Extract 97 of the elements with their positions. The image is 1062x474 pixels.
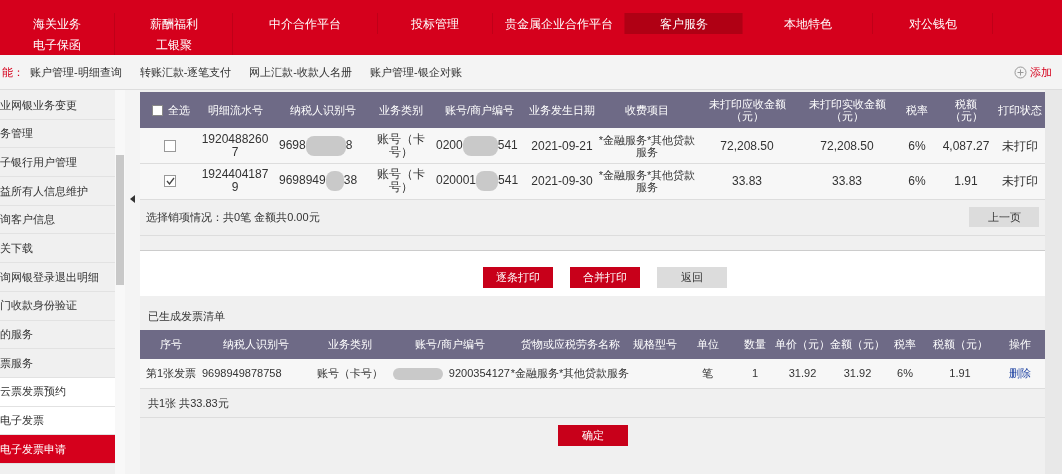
quick-link[interactable]: 账户管理-明细查询	[30, 63, 122, 81]
table-cell: *金融服务*其他贷款服务	[597, 163, 697, 199]
redaction-mark	[325, 171, 344, 192]
column-header: 业务类别	[310, 329, 390, 359]
action-button[interactable]: 逐条打印	[483, 266, 553, 288]
column-header: 账号/商户编号	[390, 329, 510, 359]
table-cell: 账号（卡号）	[310, 358, 390, 389]
table-cell: 账号（卡号）	[370, 128, 432, 164]
table-cell: 4,087.27	[937, 128, 995, 164]
add-link[interactable]: 添加	[1014, 63, 1060, 81]
table-cell: 6%	[897, 128, 937, 164]
column-header: 单位	[680, 329, 735, 359]
redaction-mark	[462, 135, 498, 156]
menu-item[interactable]: 薪酬福利	[115, 13, 233, 34]
row-checkbox[interactable]	[164, 175, 176, 188]
row-checkbox[interactable]	[164, 139, 176, 152]
table-cell: 9698	[279, 137, 306, 152]
table-cell: 19204882607	[195, 128, 275, 164]
quick-link[interactable]: 转账汇款-逐笔支付	[139, 63, 232, 81]
redaction-mark	[476, 171, 499, 192]
select-all-checkbox[interactable]: 全选	[140, 101, 195, 119]
table-cell: 31.92	[830, 358, 885, 389]
column-header: 规格型号	[630, 329, 680, 359]
table-cell: 9200354127	[448, 367, 510, 379]
menu-item[interactable]: 对公钱包	[873, 13, 993, 34]
menu-item[interactable]: 客户服务	[625, 13, 743, 34]
quick-label: 能：	[2, 64, 24, 80]
table-cell: 6%	[897, 163, 937, 199]
previous-page-button[interactable]: 上一页	[969, 207, 1039, 227]
column-header: 税额（元）	[925, 329, 995, 359]
column-header: 业务发生日期	[527, 92, 597, 128]
column-header: 纳税人识别号	[275, 92, 370, 128]
table-cell: 1.91	[925, 358, 995, 389]
column-header: 纳税人识别号	[202, 329, 310, 359]
redaction-mark	[305, 135, 346, 156]
table-cell: 33.83	[797, 163, 897, 199]
column-header: 收费项目	[597, 92, 697, 128]
column-header: 未打印实收金额（元）	[797, 92, 897, 128]
action-button[interactable]: 合并打印	[570, 266, 640, 288]
column-header: 单价（元）	[775, 329, 830, 359]
table-cell: 账号（卡号）	[370, 163, 432, 199]
column-header: 明细流水号	[195, 92, 275, 128]
table-cell: 6%	[885, 358, 925, 389]
invoice-total: 共1张 共33.83元	[140, 389, 1045, 418]
section-title: 已生成发票清单	[147, 309, 226, 324]
redaction-mark	[392, 368, 443, 381]
sidebar-item[interactable]: 电子发票	[0, 406, 115, 436]
quick-link[interactable]: 网上汇款-收款人名册	[249, 63, 352, 81]
column-header: 未打印应收金额（元）	[697, 92, 797, 128]
table-cell: 31.92	[775, 358, 830, 389]
menu-item[interactable]: 海关业务	[0, 13, 115, 34]
column-header: 业务类别	[370, 92, 432, 128]
column-header: 货物或应税劳务名称	[510, 329, 630, 359]
table-cell: 72,208.50	[697, 128, 797, 164]
table-cell: 2021-09-30	[527, 163, 597, 199]
table-cell: 33.83	[697, 163, 797, 199]
table-cell: 1	[735, 358, 775, 389]
menu-item[interactable]: 中介合作平台	[233, 13, 378, 34]
action-button[interactable]: 返回	[657, 266, 727, 288]
table-cell: 第1张发票	[140, 358, 202, 389]
table-cell: 8	[345, 137, 353, 152]
column-header: 税率	[897, 92, 937, 128]
sidebar-item[interactable]: 电子发票申请	[0, 435, 115, 464]
table-cell: 541	[498, 173, 519, 188]
column-header: 打印状态	[995, 92, 1045, 128]
collapse-icon[interactable]	[130, 195, 135, 203]
table-cell: 0200	[436, 137, 463, 152]
table-cell: 9698949	[279, 173, 326, 188]
column-header: 数量	[735, 329, 775, 359]
table-cell: 笔	[680, 358, 735, 389]
table-cell: 541	[497, 137, 518, 152]
table-cell: 38	[343, 173, 358, 188]
column-header: 操作	[995, 329, 1045, 359]
column-header: 税率	[885, 329, 925, 359]
table-cell: 未打印	[995, 163, 1045, 199]
table-cell: 1.91	[937, 163, 995, 199]
table-cell: 2021-09-21	[527, 128, 597, 164]
table-cell: 未打印	[995, 128, 1045, 164]
table-cell: 19244041879	[195, 163, 275, 199]
column-header: 序号	[140, 329, 202, 359]
scrollbar-thumb[interactable]	[116, 155, 124, 285]
table-cell: *金融服务*其他贷款服务	[597, 128, 697, 164]
column-header: 税额（元）	[937, 92, 995, 128]
sidebar-item[interactable]: 云票发票预约	[0, 377, 115, 407]
quick-link[interactable]: 账户管理-银企对账	[370, 63, 462, 81]
delete-link[interactable]: 删除	[1009, 367, 1031, 379]
table-cell: 72,208.50	[797, 128, 897, 164]
selection-summary: 选择销项情况：共0笔 金额共0.00元	[146, 209, 320, 225]
confirm-button[interactable]: 确定	[557, 425, 628, 446]
plus-icon	[1014, 65, 1027, 79]
table-cell: *金融服务*其他贷款服务	[510, 358, 630, 389]
column-header: 账号/商户编号	[432, 92, 527, 128]
table-cell: 9698949878758	[202, 367, 282, 379]
table-cell: 020001	[436, 173, 477, 188]
menu-item[interactable]: 本地特色	[743, 13, 873, 34]
column-header: 金额（元）	[830, 329, 885, 359]
menu-item[interactable]: 投标管理	[378, 13, 493, 34]
